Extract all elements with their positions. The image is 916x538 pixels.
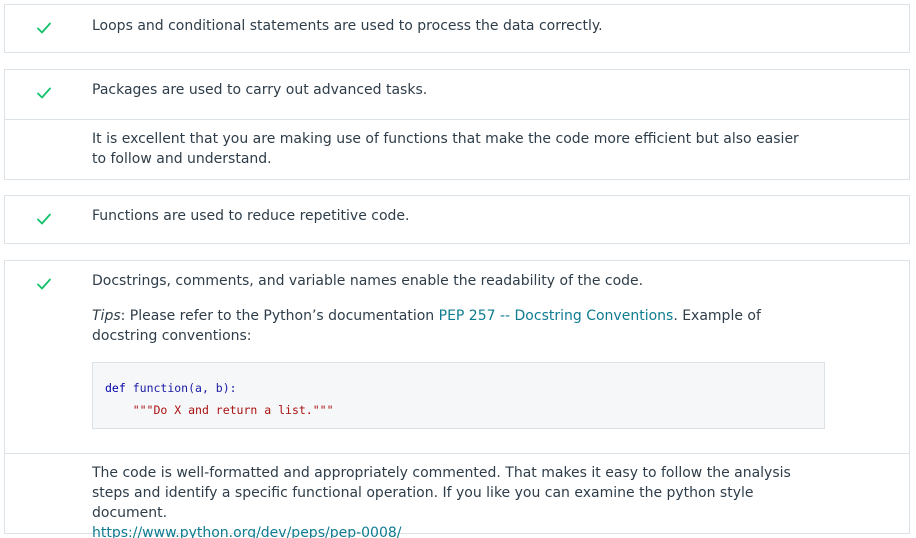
rubric-item-packages: Packages are used to carry out advanced … [4, 69, 910, 180]
tips-text-before: : Please refer to the Python’s documenta… [120, 308, 439, 324]
criterion-row: Loops and conditional statements are use… [5, 5, 909, 52]
code-keyword: def [105, 381, 126, 395]
code-example: def function(a, b): """Do X and return a… [92, 362, 825, 429]
rubric-item-functions: Functions are used to reduce repetitive … [4, 195, 910, 244]
code-line-2: """Do X and return a list.""" [105, 399, 824, 421]
check-icon [36, 211, 52, 227]
criterion-text: Packages are used to carry out advanced … [92, 82, 428, 98]
tips-paragraph: Tips: Please refer to the Python’s docum… [92, 306, 802, 346]
rubric-item-loops: Loops and conditional statements are use… [4, 4, 910, 53]
code-function-name: function [132, 381, 189, 395]
rubric-item-docstrings: Docstrings, comments, and variable names… [4, 260, 910, 538]
criterion-text: Docstrings, comments, and variable names… [92, 273, 644, 289]
criterion-row: Docstrings, comments, and variable names… [5, 261, 909, 453]
criterion-text: Loops and conditional statements are use… [92, 18, 603, 34]
criterion-row: Packages are used to carry out advanced … [5, 70, 909, 119]
check-icon [36, 276, 52, 292]
code-signature: (a, b): [188, 381, 237, 395]
code-docstring: """Do X and return a list.""" [132, 403, 334, 417]
check-icon [36, 85, 52, 101]
reviewer-note-text: The code is well-formatted and appropria… [92, 463, 812, 538]
reviewer-note: The code is well-formatted and appropria… [5, 453, 909, 538]
reviewer-note-text: It is excellent that you are making use … [92, 131, 799, 167]
reviewer-note: It is excellent that you are making use … [5, 119, 909, 179]
criterion-row: Functions are used to reduce repetitive … [5, 196, 909, 243]
code-line-1: def function(a, b): [105, 377, 824, 399]
pep257-link[interactable]: PEP 257 -- Docstring Conventions [439, 308, 674, 324]
criterion-text: Functions are used to reduce repetitive … [92, 208, 410, 224]
check-icon [36, 20, 52, 36]
reviewer-note-body: The code is well-formatted and appropria… [92, 465, 791, 521]
pep8-link[interactable]: https://www.python.org/dev/peps/pep-0008… [92, 525, 401, 538]
tips-label: Tips [92, 308, 121, 324]
